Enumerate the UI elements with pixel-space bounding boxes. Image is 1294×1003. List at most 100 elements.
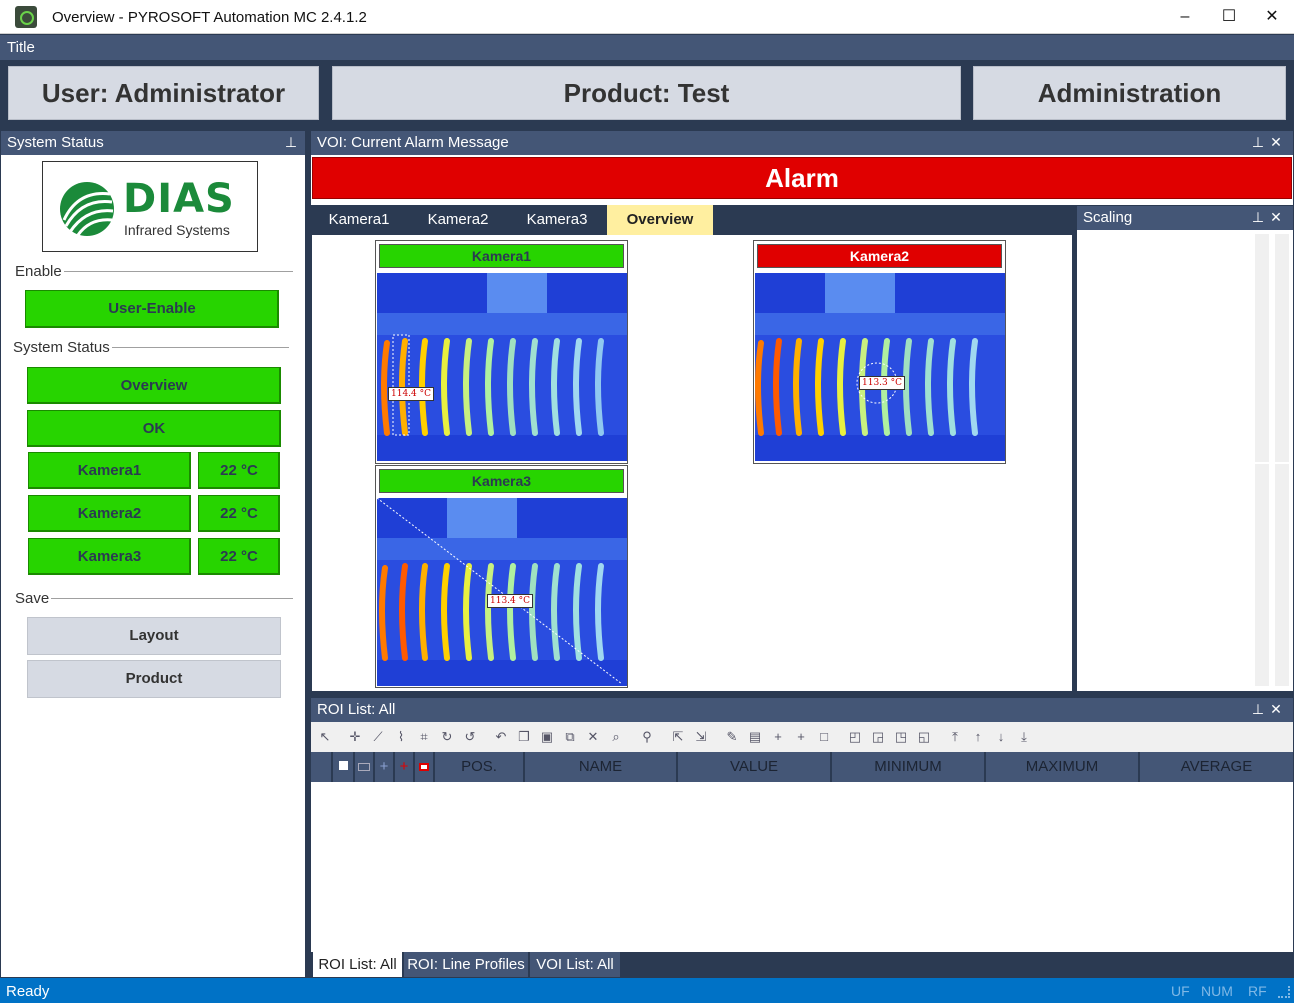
voi-panel-title: VOI: Current Alarm Message [317,134,509,151]
scrollbar[interactable] [1275,234,1289,462]
close-icon[interactable]: ✕ [1269,209,1283,225]
overview-status-button[interactable]: Overview [27,367,281,404]
paste-icon[interactable]: ▣ [539,729,555,745]
column-minimum[interactable]: MINIMUM [830,752,984,782]
move-top-icon[interactable]: ⤒ [947,729,963,745]
status-bar: Ready UF NUM RF [0,978,1294,1003]
close-icon[interactable]: ✕ [1269,134,1283,150]
user-button[interactable]: User: Administrator [8,66,319,120]
user-enable-button[interactable]: User-Enable [25,290,279,328]
logo-subtitle: Infrared Systems [124,222,230,238]
scrollbar[interactable] [1255,464,1269,686]
copy-icon[interactable]: ❐ [516,729,532,745]
tab-overview[interactable]: Overview [607,205,713,235]
crosshair-icon[interactable]: + [770,729,786,745]
bring-front-icon[interactable]: ◰ [847,729,863,745]
camera-view-kamera2[interactable]: Kamera2 113.3 °C [753,240,1006,464]
roi-table-body[interactable] [311,782,1293,952]
bring-forward-icon[interactable]: ◳ [893,729,909,745]
thermal-image[interactable]: 113.3 °C [755,273,1005,461]
pin-roi-icon[interactable]: ⚲ [639,729,655,745]
pin-icon[interactable]: ⊥ [284,134,298,150]
save-product-button[interactable]: Product [27,660,281,698]
marker-column-icon[interactable]: + [393,752,413,782]
move-down-icon[interactable]: ↓ [993,729,1009,745]
import-icon[interactable]: ⇱ [670,729,686,745]
roi-toolbar: ↖ ✛ ⟋ ⌇ ⌗ ↻ ↺ ↶ ❐ ▣ ⧉ ✕ ⌕ ⚲ ⇱ ⇲ ✎ ▤ + + … [311,722,1293,752]
column-maximum[interactable]: MAXIMUM [984,752,1138,782]
roi-value-label: 113.4 °C [487,594,534,608]
duplicate-icon[interactable]: ⧉ [562,729,578,745]
send-back-icon[interactable]: ◲ [870,729,886,745]
camera-tabs: Kamera1 Kamera2 Kamera3 Overview [310,205,1073,235]
crosshair-column-icon[interactable]: + [373,752,393,782]
logo-text: DIAS [123,176,235,222]
camera-overview-area: Kamera1 114.4 °C Kamera2 113.3 °C Kamera… [312,235,1072,691]
add-polyline-icon[interactable]: ⌇ [393,729,409,745]
system-status-panel: DIAS Infrared Systems Enable User-Enable… [1,155,305,977]
alarm-column-icon[interactable] [413,752,433,782]
search-icon[interactable]: ⌕ [608,729,624,745]
close-icon[interactable]: ✕ [1269,701,1283,717]
rotate-icon[interactable]: ↻ [439,729,455,745]
system-status-group-label: System Status [13,339,112,356]
pin-icon[interactable]: ⊥ [1251,701,1265,717]
export-icon[interactable]: ⇲ [693,729,709,745]
rotate-back-icon[interactable]: ↺ [462,729,478,745]
scrollbar[interactable] [1275,464,1289,686]
product-button[interactable]: Product: Test [332,66,961,120]
column-pos[interactable]: POS. [433,752,523,782]
kamera3-status-button[interactable]: Kamera3 [28,538,191,575]
column-value[interactable]: VALUE [676,752,830,782]
camera-title: Kamera1 [379,244,624,268]
save-layout-button[interactable]: Layout [27,617,281,655]
menu-bar: Title [0,35,1294,60]
plus-icon[interactable]: + [793,729,809,745]
tab-kamera3[interactable]: Kamera3 [508,205,606,235]
thermal-image[interactable]: 114.4 °C [377,273,627,461]
maximize-button[interactable]: ☐ [1209,4,1249,30]
label-icon[interactable]: ✎ [724,729,740,745]
tab-kamera2[interactable]: Kamera2 [408,205,508,235]
move-bottom-icon[interactable]: ⤓ [1016,729,1032,745]
pin-icon[interactable]: ⊥ [1251,134,1265,150]
scrollbar[interactable] [1255,234,1269,462]
tab-roi-list-all[interactable]: ROI List: All [313,952,402,977]
voi-panel-header: VOI: Current Alarm Message ⊥ ✕ [311,131,1293,155]
select-icon[interactable]: ↖ [317,729,333,745]
tab-kamera1[interactable]: Kamera1 [310,205,408,235]
resize-grip-icon[interactable] [1278,986,1290,998]
crop-icon[interactable]: ⌗ [416,729,432,745]
app-icon[interactable] [15,6,37,28]
kamera2-status-button[interactable]: Kamera2 [28,495,191,532]
header-bar: User: Administrator Product: Test Admini… [0,60,1294,126]
scaling-panel [1077,230,1293,691]
add-point-icon[interactable]: ✛ [347,729,363,745]
column-average[interactable]: AVERAGE [1138,752,1293,782]
menu-title[interactable]: Title [7,39,35,56]
camera-view-kamera3[interactable]: Kamera3 113.4 °C [375,465,628,688]
dias-logo-mark-icon [60,182,114,236]
thermal-image[interactable]: 113.4 °C [377,498,627,686]
tab-roi-line-profiles[interactable]: ROI: Line Profiles [404,952,528,977]
roi-panel-title: ROI List: All [317,701,396,718]
divider [15,598,293,599]
administration-button[interactable]: Administration [973,66,1286,120]
rectangle-icon[interactable]: □ [816,729,832,745]
send-backward-icon[interactable]: ◱ [916,729,932,745]
kamera1-status-button[interactable]: Kamera1 [28,452,191,489]
camera-view-kamera1[interactable]: Kamera1 114.4 °C [375,240,628,464]
add-line-icon[interactable]: ⟋ [370,729,386,745]
flag-column-icon[interactable] [331,752,353,782]
pin-icon[interactable]: ⊥ [1251,209,1265,225]
column-name[interactable]: NAME [523,752,676,782]
minimize-button[interactable]: – [1165,4,1205,30]
tab-voi-list-all[interactable]: VOI List: All [530,952,620,977]
text-icon[interactable]: ▤ [747,729,763,745]
ok-status-button[interactable]: OK [27,410,281,447]
delete-icon[interactable]: ✕ [585,729,601,745]
move-up-icon[interactable]: ↑ [970,729,986,745]
undo-icon[interactable]: ↶ [493,729,509,745]
close-window-button[interactable]: ✕ [1252,4,1292,30]
label-column-icon[interactable] [353,752,373,782]
